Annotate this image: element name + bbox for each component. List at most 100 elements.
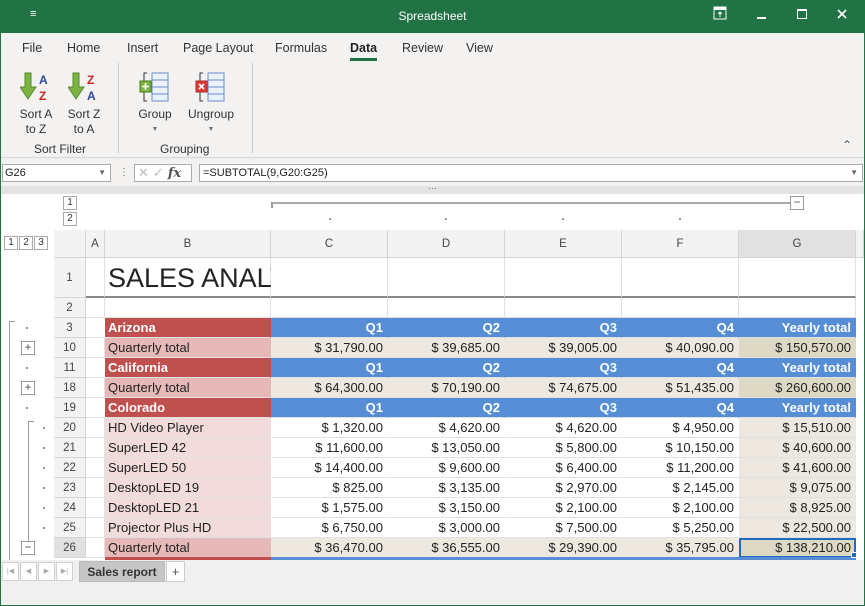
cell-b11[interactable]: California: [105, 358, 271, 378]
cell-b3[interactable]: Arizona: [105, 318, 271, 338]
row-header-3[interactable]: 3: [54, 318, 86, 338]
column-outline-level-1[interactable]: 1: [63, 196, 77, 210]
cell-a25[interactable]: [86, 518, 105, 538]
formula-bar-resize-handle[interactable]: ···: [1, 184, 864, 194]
cell-g26[interactable]: $ 138,210.00: [739, 538, 856, 558]
tab-review[interactable]: Review: [402, 41, 443, 55]
cell-g21[interactable]: $ 40,600.00: [739, 438, 856, 458]
first-sheet-icon[interactable]: |◀: [2, 562, 19, 581]
group-button[interactable]: Group ▼: [134, 71, 176, 137]
cell-e26[interactable]: $ 29,390.00: [505, 538, 622, 558]
cell-e24[interactable]: $ 2,100.00: [505, 498, 622, 518]
column-header-f[interactable]: F: [622, 230, 739, 258]
cell-g22[interactable]: $ 41,600.00: [739, 458, 856, 478]
function-icon[interactable]: fx: [168, 166, 181, 181]
name-box[interactable]: G26 ▼: [2, 164, 111, 182]
cell-d19[interactable]: Q2: [388, 398, 505, 418]
cell-d10[interactable]: $ 39,685.00: [388, 338, 505, 358]
tab-home[interactable]: Home: [67, 41, 100, 55]
cell-f26[interactable]: $ 35,795.00: [622, 538, 739, 558]
cell-c11[interactable]: Q1: [271, 358, 388, 378]
cell-f10[interactable]: $ 40,090.00: [622, 338, 739, 358]
cell-c1[interactable]: [271, 258, 388, 298]
cell-c25[interactable]: $ 6,750.00: [271, 518, 388, 538]
cell-e3[interactable]: Q3: [505, 318, 622, 338]
cell-f22[interactable]: $ 11,200.00: [622, 458, 739, 478]
column-header-c[interactable]: C: [271, 230, 388, 258]
cell-b21[interactable]: SuperLED 42: [105, 438, 271, 458]
row-header-2[interactable]: 2: [54, 298, 86, 318]
cell-g3[interactable]: Yearly total: [739, 318, 856, 338]
row-header-20[interactable]: 20: [54, 418, 86, 438]
more-options-icon[interactable]: ⋮: [119, 167, 129, 178]
collapse-column-group-icon[interactable]: −: [790, 196, 804, 210]
cell-e19[interactable]: Q3: [505, 398, 622, 418]
cell-c21[interactable]: $ 11,600.00: [271, 438, 388, 458]
cell-b2[interactable]: [105, 298, 271, 318]
minimize-icon[interactable]: [752, 6, 772, 26]
row-header-26[interactable]: 26: [54, 538, 86, 558]
cell-f21[interactable]: $ 10,150.00: [622, 438, 739, 458]
cell-a18[interactable]: [86, 378, 105, 398]
row-header-21[interactable]: 21: [54, 438, 86, 458]
row-header-22[interactable]: 22: [54, 458, 86, 478]
cell-a23[interactable]: [86, 478, 105, 498]
cell-a20[interactable]: [86, 418, 105, 438]
cell-b26[interactable]: Quarterly total: [105, 538, 271, 558]
chevron-down-icon[interactable]: ▼: [98, 165, 106, 181]
collapse-group-icon[interactable]: −: [21, 541, 35, 555]
row-header-11[interactable]: 11: [54, 358, 86, 378]
cell-b20[interactable]: HD Video Player: [105, 418, 271, 438]
cell-a3[interactable]: [86, 318, 105, 338]
cell-f24[interactable]: $ 2,100.00: [622, 498, 739, 518]
cell-a19[interactable]: [86, 398, 105, 418]
cell-a10[interactable]: [86, 338, 105, 358]
cell-g23[interactable]: $ 9,075.00: [739, 478, 856, 498]
cell-b1[interactable]: SALES ANALYSIS 2021: [105, 258, 399, 298]
cell-f2[interactable]: [622, 298, 739, 318]
formula-input[interactable]: =SUBTOTAL(9,G20:G25) ▼: [199, 164, 863, 182]
enter-icon[interactable]: ✓: [153, 165, 168, 180]
fill-handle[interactable]: [851, 552, 857, 558]
cell-e2[interactable]: [505, 298, 622, 318]
cell-a2[interactable]: [86, 298, 105, 318]
cell-f3[interactable]: Q4: [622, 318, 739, 338]
tab-file[interactable]: File: [22, 41, 42, 55]
column-header-b[interactable]: B: [105, 230, 271, 258]
column-outline-level-2[interactable]: 2: [63, 212, 77, 226]
cell-b24[interactable]: DesktopLED 21: [105, 498, 271, 518]
row-outline-level-2[interactable]: 2: [19, 236, 33, 250]
cell-b23[interactable]: DesktopLED 19: [105, 478, 271, 498]
previous-sheet-icon[interactable]: ◀: [20, 562, 37, 581]
expand-formula-icon[interactable]: ▼: [850, 165, 858, 181]
cell-d18[interactable]: $ 70,190.00: [388, 378, 505, 398]
row-outline-level-1[interactable]: 1: [4, 236, 18, 250]
cell-e21[interactable]: $ 5,800.00: [505, 438, 622, 458]
sort-z-to-a-button[interactable]: ZA Sort Z to A: [63, 71, 105, 137]
cell-g11[interactable]: Yearly total: [739, 358, 856, 378]
cell-a22[interactable]: [86, 458, 105, 478]
row-header-1[interactable]: 1: [54, 258, 86, 298]
cell-d1[interactable]: [388, 258, 505, 298]
cell-e25[interactable]: $ 7,500.00: [505, 518, 622, 538]
cell-f20[interactable]: $ 4,950.00: [622, 418, 739, 438]
row-header-24[interactable]: 24: [54, 498, 86, 518]
cell-c18[interactable]: $ 64,300.00: [271, 378, 388, 398]
cell-d25[interactable]: $ 3,000.00: [388, 518, 505, 538]
cell-c23[interactable]: $ 825.00: [271, 478, 388, 498]
cell-g1[interactable]: [739, 258, 856, 298]
cell-f25[interactable]: $ 5,250.00: [622, 518, 739, 538]
cell-d23[interactable]: $ 3,135.00: [388, 478, 505, 498]
cell-c24[interactable]: $ 1,575.00: [271, 498, 388, 518]
cell-d2[interactable]: [388, 298, 505, 318]
cell-a1[interactable]: [86, 258, 105, 298]
cell-a24[interactable]: [86, 498, 105, 518]
cell-f11[interactable]: Q4: [622, 358, 739, 378]
cell-f23[interactable]: $ 2,145.00: [622, 478, 739, 498]
cell-b25[interactable]: Projector Plus HD: [105, 518, 271, 538]
tab-view[interactable]: View: [466, 41, 493, 55]
cell-f18[interactable]: $ 51,435.00: [622, 378, 739, 398]
sheet-tab-sales-report[interactable]: Sales report: [79, 561, 165, 582]
cell-b22[interactable]: SuperLED 50: [105, 458, 271, 478]
cell-b19[interactable]: Colorado: [105, 398, 271, 418]
